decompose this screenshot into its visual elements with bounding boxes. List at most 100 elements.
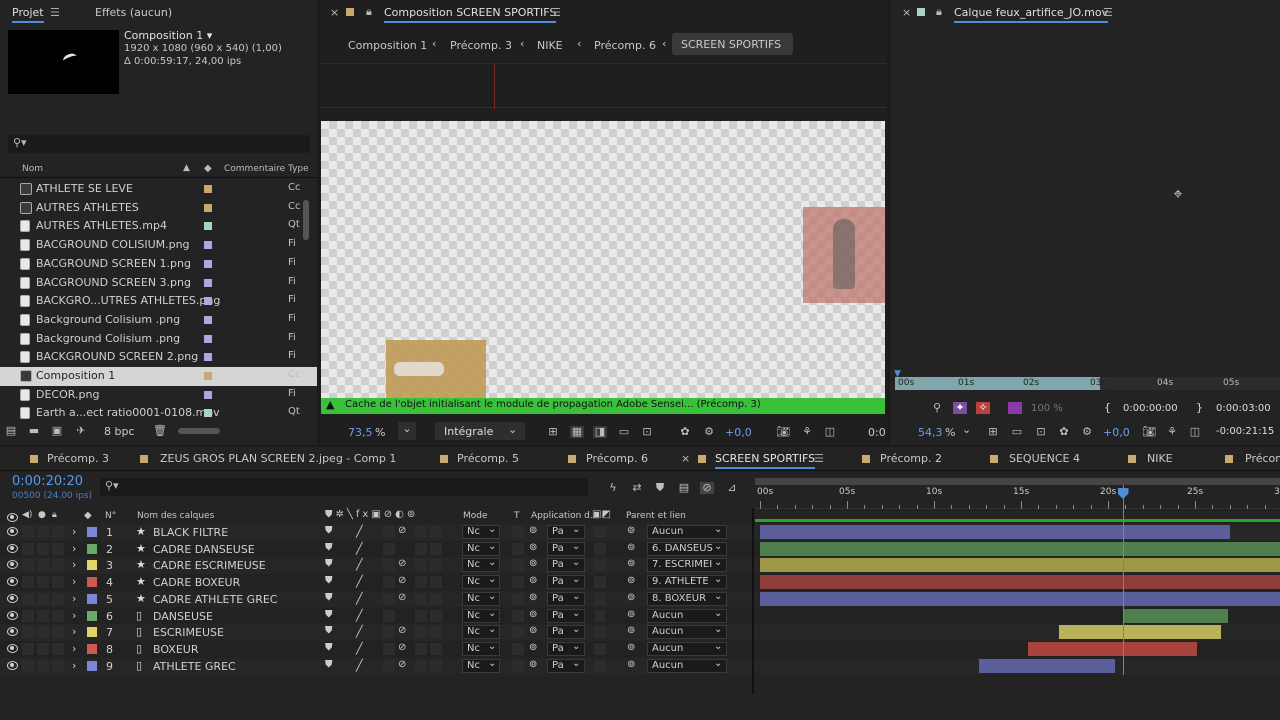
- matte-invert-switch[interactable]: [594, 642, 606, 655]
- work-area-bar[interactable]: [755, 478, 1280, 485]
- adjustment-switch[interactable]: [415, 542, 427, 555]
- label-swatch[interactable]: [204, 203, 212, 212]
- label-swatch[interactable]: [204, 334, 212, 343]
- close-icon[interactable]: ×: [902, 6, 911, 19]
- expand-chevron-icon[interactable]: ›: [72, 592, 76, 605]
- preserve-transparency-switch[interactable]: [512, 576, 524, 589]
- exposure-value[interactable]: +0,0: [1103, 426, 1130, 439]
- fx-switch[interactable]: [383, 559, 395, 572]
- quality-icon[interactable]: ╱: [356, 659, 363, 672]
- breadcrumb-item-active[interactable]: SCREEN SPORTIFS: [672, 33, 793, 55]
- motion-blur-switch[interactable]: ⊘: [398, 592, 406, 603]
- timeline-tab[interactable]: Précomp. 5: [457, 452, 519, 465]
- layer-duration-bar[interactable]: [1059, 625, 1222, 640]
- layer-name[interactable]: BOXEUR: [153, 643, 199, 656]
- safe-zones-icon[interactable]: ▭: [617, 426, 631, 438]
- label-swatch[interactable]: [204, 278, 212, 287]
- timeline-tab[interactable]: Précom: [1245, 452, 1280, 465]
- solo-switch[interactable]: [37, 592, 49, 605]
- preview-icon[interactable]: ◫: [1188, 426, 1202, 438]
- channels-icon[interactable]: ✿: [678, 426, 692, 438]
- track-matte-link-icon[interactable]: ⊚: [529, 525, 537, 536]
- layer-name[interactable]: CADRE BOXEUR: [153, 576, 240, 589]
- shy-icon[interactable]: ⛊: [325, 592, 333, 603]
- lock-switch[interactable]: [52, 592, 64, 605]
- expand-chevron-icon[interactable]: ›: [72, 625, 76, 638]
- list-item[interactable]: BACKGROUND SCREEN 2.png Fi: [0, 348, 317, 367]
- eye-icon[interactable]: [7, 527, 18, 536]
- audio-switch[interactable]: [22, 626, 34, 639]
- fx-switch[interactable]: [383, 592, 395, 605]
- layer-menu-icon[interactable]: ☰: [1103, 6, 1113, 19]
- col-layer-name[interactable]: Nom des calques: [137, 511, 214, 521]
- preserve-transparency-switch[interactable]: [512, 659, 524, 672]
- label-swatch[interactable]: [87, 560, 97, 571]
- track-matte-link-icon[interactable]: ⊚: [529, 558, 537, 569]
- timeline-divider[interactable]: [752, 508, 754, 694]
- track-matte-link-icon[interactable]: ⊚: [529, 609, 537, 620]
- expand-chevron-icon[interactable]: ›: [72, 642, 76, 655]
- puppet-icon[interactable]: ⚲: [930, 402, 944, 414]
- quality-icon[interactable]: ╱: [356, 575, 363, 588]
- shy-icon[interactable]: ⛊: [325, 542, 333, 553]
- folder-icon[interactable]: ▬: [27, 425, 41, 437]
- lock-switch[interactable]: [52, 542, 64, 555]
- project-menu-icon[interactable]: ☰: [50, 6, 60, 19]
- track-matte-link-icon[interactable]: ⊚: [529, 625, 537, 636]
- list-item[interactable]: ATHLETE SE LEVE Cc: [0, 180, 317, 199]
- motion-blur-switch[interactable]: ⊘: [398, 575, 406, 586]
- quality-icon[interactable]: ╱: [356, 625, 363, 638]
- label-swatch[interactable]: [204, 390, 212, 399]
- list-item[interactable]: DECOR.png Fi: [0, 386, 317, 405]
- eye-icon[interactable]: [7, 643, 18, 653]
- comp-flowchart-icon[interactable]: ⇄: [630, 482, 644, 494]
- eye-icon[interactable]: [7, 660, 18, 670]
- audio-switch[interactable]: [22, 609, 34, 622]
- exposure-value[interactable]: +0,0: [725, 426, 752, 439]
- zoom-value[interactable]: 54,3: [918, 426, 943, 439]
- label-swatch[interactable]: [204, 185, 212, 193]
- zoom-dropdown[interactable]: ⌄: [962, 423, 971, 436]
- preserve-transparency-switch[interactable]: [512, 592, 524, 605]
- quality-icon[interactable]: ╱: [356, 558, 363, 571]
- channels-icon[interactable]: ✿: [1057, 426, 1071, 438]
- shy-icon[interactable]: ⛊: [325, 575, 333, 586]
- layer-name[interactable]: DANSEUSE: [153, 610, 213, 623]
- expand-chevron-icon[interactable]: ›: [72, 659, 76, 672]
- motion-blur-switch[interactable]: ⊘: [398, 625, 406, 636]
- matte-invert-switch[interactable]: [594, 559, 606, 572]
- label-swatch[interactable]: [87, 527, 97, 537]
- layer-name[interactable]: CADRE DANSEUSE: [153, 543, 255, 556]
- zoom-dropdown[interactable]: ⌄: [398, 422, 416, 440]
- audio-switch[interactable]: [22, 642, 34, 655]
- eye-icon[interactable]: [7, 610, 18, 620]
- expand-chevron-icon[interactable]: ›: [72, 525, 76, 538]
- 3d-switch[interactable]: [430, 526, 442, 538]
- label-swatch[interactable]: [204, 241, 212, 250]
- track-matte-link-icon[interactable]: ⊚: [529, 575, 537, 586]
- render-icon[interactable]: ✈: [74, 425, 88, 437]
- layer-duration-bar[interactable]: [760, 591, 1280, 606]
- track-matte-link-icon[interactable]: ⊚: [529, 659, 537, 670]
- audio-switch[interactable]: [22, 526, 34, 538]
- eye-icon[interactable]: [7, 577, 18, 587]
- solo-switch[interactable]: [37, 576, 49, 589]
- adjustment-switch[interactable]: [415, 626, 427, 639]
- matte-invert-switch[interactable]: [594, 542, 606, 555]
- motion-blur-switch[interactable]: ⊘: [398, 558, 406, 569]
- layer-viewer-title[interactable]: Calque feux_artifice_JO.mov: [954, 6, 1109, 23]
- matte-invert-switch[interactable]: [594, 592, 606, 605]
- bpc-button[interactable]: 8 bpc: [104, 425, 135, 438]
- 3d-switch[interactable]: [430, 559, 442, 572]
- list-item[interactable]: Composition 1 Cc: [0, 367, 317, 386]
- layer-row[interactable]: › 7 ▯ ESCRIMEUSE ⛊ ╱ ⊘ Nc ⌄ ⊚ Pa ⌄ ⊚ Aucun ⌄: [0, 624, 1280, 641]
- time-ruler[interactable]: 00s 05s 10s 15s 20s 25s 3: [755, 475, 1280, 525]
- adjustment-switch[interactable]: [415, 592, 427, 605]
- lock-switch[interactable]: [52, 642, 64, 655]
- list-item[interactable]: Background Colisium .png Fi: [0, 330, 317, 349]
- quality-icon[interactable]: ╱: [356, 542, 363, 555]
- label-swatch[interactable]: [204, 259, 212, 268]
- comp-canvas[interactable]: [321, 121, 885, 398]
- breadcrumb-item[interactable]: Précomp. 6: [594, 39, 656, 52]
- layer-row[interactable]: › 8 ▯ BOXEUR ⛊ ╱ ⊘ Nc ⌄ ⊚ Pa ⌄ ⊚ Aucun ⌄: [0, 640, 1280, 658]
